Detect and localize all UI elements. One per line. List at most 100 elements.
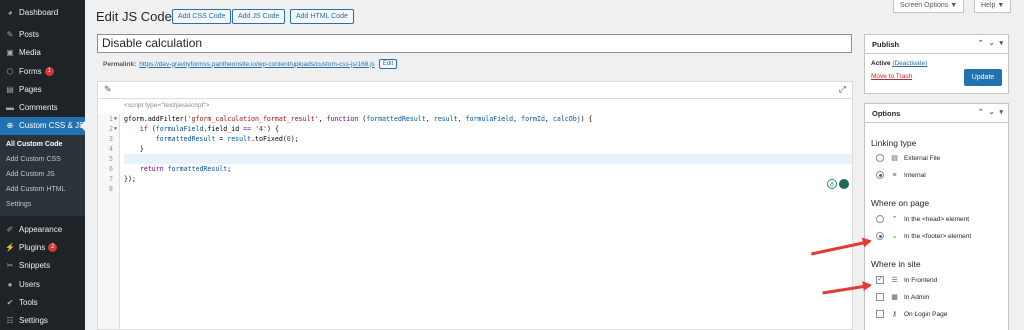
code-line: formattedResult = result.toFixed(0); (155, 135, 299, 143)
chat-icon[interactable] (839, 179, 849, 189)
sidebar-item-tools[interactable]: ✔ Tools (0, 293, 85, 311)
submenu-add-custom-js[interactable]: Add Custom JS (0, 167, 85, 182)
wrench-icon: ✔ (6, 297, 14, 307)
lightbulb-icon[interactable]: ♁ (827, 179, 837, 189)
dashboard-icon: ◕ (7, 7, 13, 17)
option-on-login-page[interactable]: ⚷ On Login Page (876, 310, 947, 318)
plus-icon: ⊕ (6, 121, 14, 131)
option-in-admin[interactable]: ▦ In Admin (876, 293, 929, 301)
submenu-add-custom-html[interactable]: Add Custom HTML (0, 182, 85, 197)
key-icon: ⚷ (891, 311, 898, 318)
settings-icon: ☷ (6, 316, 14, 326)
editor-toolbar: ✎ ⤢ (98, 82, 852, 99)
move-to-trash-link[interactable]: Move to Trash (871, 73, 912, 80)
update-button[interactable]: Update (964, 69, 1002, 86)
line-number: 3 (109, 135, 113, 143)
move-down-icon[interactable]: ⌄ (989, 108, 995, 116)
options-panel-header[interactable]: Options ⌃ ⌄ ▾ (865, 104, 1008, 123)
line-number: 6 (109, 165, 113, 173)
pin-icon: ✎ (6, 29, 14, 39)
radio-footer[interactable] (876, 232, 884, 240)
forms-icon: ⬡ (6, 66, 14, 76)
permalink-edit-button[interactable]: Edit (378, 59, 398, 69)
add-js-code-button[interactable]: Add JS Code (232, 9, 286, 24)
sidebar-item-comments[interactable]: ▬ Comments (0, 98, 85, 116)
sidebar-item-users[interactable]: ● Users (0, 275, 85, 293)
pin-icon[interactable]: ✎ (104, 84, 112, 95)
sidebar-item-settings[interactable]: ☷ Settings (0, 312, 85, 330)
title-input[interactable]: Disable calculation (97, 34, 852, 53)
toggle-icon[interactable]: ▾ (999, 39, 1003, 47)
sidebar-item-posts[interactable]: ✎ Posts (0, 25, 85, 43)
radio-external-file[interactable] (876, 154, 884, 162)
scissors-icon: ✂ (6, 261, 14, 271)
permalink: Permalink: https://dev-gravityformss.pan… (103, 59, 398, 69)
chevron-down-icon: ⌄ (891, 233, 898, 240)
line-number: 8 (109, 185, 113, 193)
code-line: gform.addFilter('gform_calculation_forma… (124, 115, 593, 123)
option-internal[interactable]: ≡ Internal (876, 171, 926, 179)
move-down-icon[interactable]: ⌄ (989, 39, 995, 47)
linking-type-title: Linking type (871, 138, 917, 148)
where-on-page-title: Where on page (871, 198, 930, 208)
submenu-all-custom-code[interactable]: All Custom Code (0, 137, 85, 152)
move-up-icon[interactable]: ⌃ (978, 108, 984, 116)
add-html-code-button[interactable]: Add HTML Code (290, 9, 354, 24)
plugin-icon: ⚡ (5, 243, 15, 253)
line-number: 2 (109, 125, 113, 133)
radio-internal[interactable] (876, 171, 884, 179)
move-up-icon[interactable]: ⌃ (978, 39, 984, 47)
add-css-code-button[interactable]: Add CSS Code (172, 9, 232, 24)
publish-panel: Publish ⌃ ⌄ ▾ Active (Deactivate) Move to … (864, 34, 1009, 94)
current-menu-arrow (80, 120, 85, 131)
sidebar-item-dashboard[interactable]: ◕ Dashboard (0, 3, 85, 21)
permalink-url[interactable]: https://dev-gravityformss.pantheonsite.i… (139, 61, 375, 68)
sidebar-item-snippets[interactable]: ✂ Snippets (0, 257, 85, 275)
panel-controls[interactable]: ⌃ ⌄ ▾ (978, 39, 1003, 47)
sidebar-item-pages[interactable]: ▤ Pages (0, 80, 85, 98)
chevron-up-icon: ⌃ (891, 216, 898, 223)
publish-status: Active (Deactivate) (871, 60, 928, 67)
code-editor[interactable]: ✎ ⤢ <script type="text/javascript"> 1 2 … (97, 81, 853, 330)
submenu-settings[interactable]: Settings (0, 197, 85, 212)
fold-arrow-icon[interactable]: ▼ (114, 124, 117, 134)
sidebar-item-media[interactable]: ▣ Media (0, 44, 85, 62)
fullscreen-icon[interactable]: ⤢ (839, 84, 846, 95)
publish-panel-header[interactable]: Publish ⌃ ⌄ ▾ (865, 35, 1008, 54)
radio-head[interactable] (876, 215, 884, 223)
option-external-file[interactable]: ▤ External File (876, 154, 940, 162)
sidebar-item-plugins[interactable]: ⚡ Plugins 2 (0, 238, 85, 256)
help-button[interactable]: Help ▼ (974, 0, 1012, 13)
checkbox-admin[interactable] (876, 293, 884, 301)
sidebar-item-appearance[interactable]: ✐ Appearance (0, 220, 85, 238)
toggle-icon[interactable]: ▾ (999, 108, 1003, 116)
page-title: Edit JS Code (96, 9, 172, 24)
code-line: } (124, 145, 144, 153)
where-in-site-title: Where in site (871, 259, 921, 269)
sidebar-item-custom-css-js[interactable]: ⊕ Custom CSS & JS (0, 116, 85, 136)
checkbox-login[interactable] (876, 310, 884, 318)
assist-icons[interactable]: ♁ (827, 179, 849, 189)
media-icon: ▣ (6, 48, 14, 58)
comments-icon: ▬ (6, 103, 14, 113)
forms-badge: 1 (44, 66, 54, 76)
panel-controls[interactable]: ⌃ ⌄ ▾ (978, 108, 1003, 116)
option-in-frontend[interactable]: ✓ ☰ In Frontend (876, 276, 937, 284)
menu-icon: ☰ (891, 277, 898, 284)
checkbox-frontend[interactable]: ✓ (876, 276, 884, 284)
screen-options-button[interactable]: Screen Options ▼ (893, 0, 965, 13)
line-number: 7 (109, 175, 113, 183)
code-line: return formattedResult; (139, 165, 232, 173)
code-content[interactable]: gform.addFilter('gform_calculation_forma… (124, 114, 852, 329)
permalink-label: Permalink: (103, 60, 137, 68)
deactivate-link[interactable]: (Deactivate) (892, 60, 927, 67)
sidebar-item-forms[interactable]: ⬡ Forms 1 (0, 62, 85, 80)
script-tag-label: <script type="text/javascript"> (124, 102, 210, 109)
line-number: 4 (109, 145, 113, 153)
plugins-badge: 2 (48, 243, 58, 253)
option-head-element[interactable]: ⌃ In the <head> element (876, 215, 969, 223)
submenu-add-custom-css[interactable]: Add Custom CSS (0, 152, 85, 167)
option-footer-element[interactable]: ⌄ In the <footer> element (876, 232, 971, 240)
editor-body[interactable]: <script type="text/javascript"> 1 2 3 4 … (98, 99, 852, 329)
fold-arrow-icon[interactable]: ▼ (114, 114, 117, 124)
